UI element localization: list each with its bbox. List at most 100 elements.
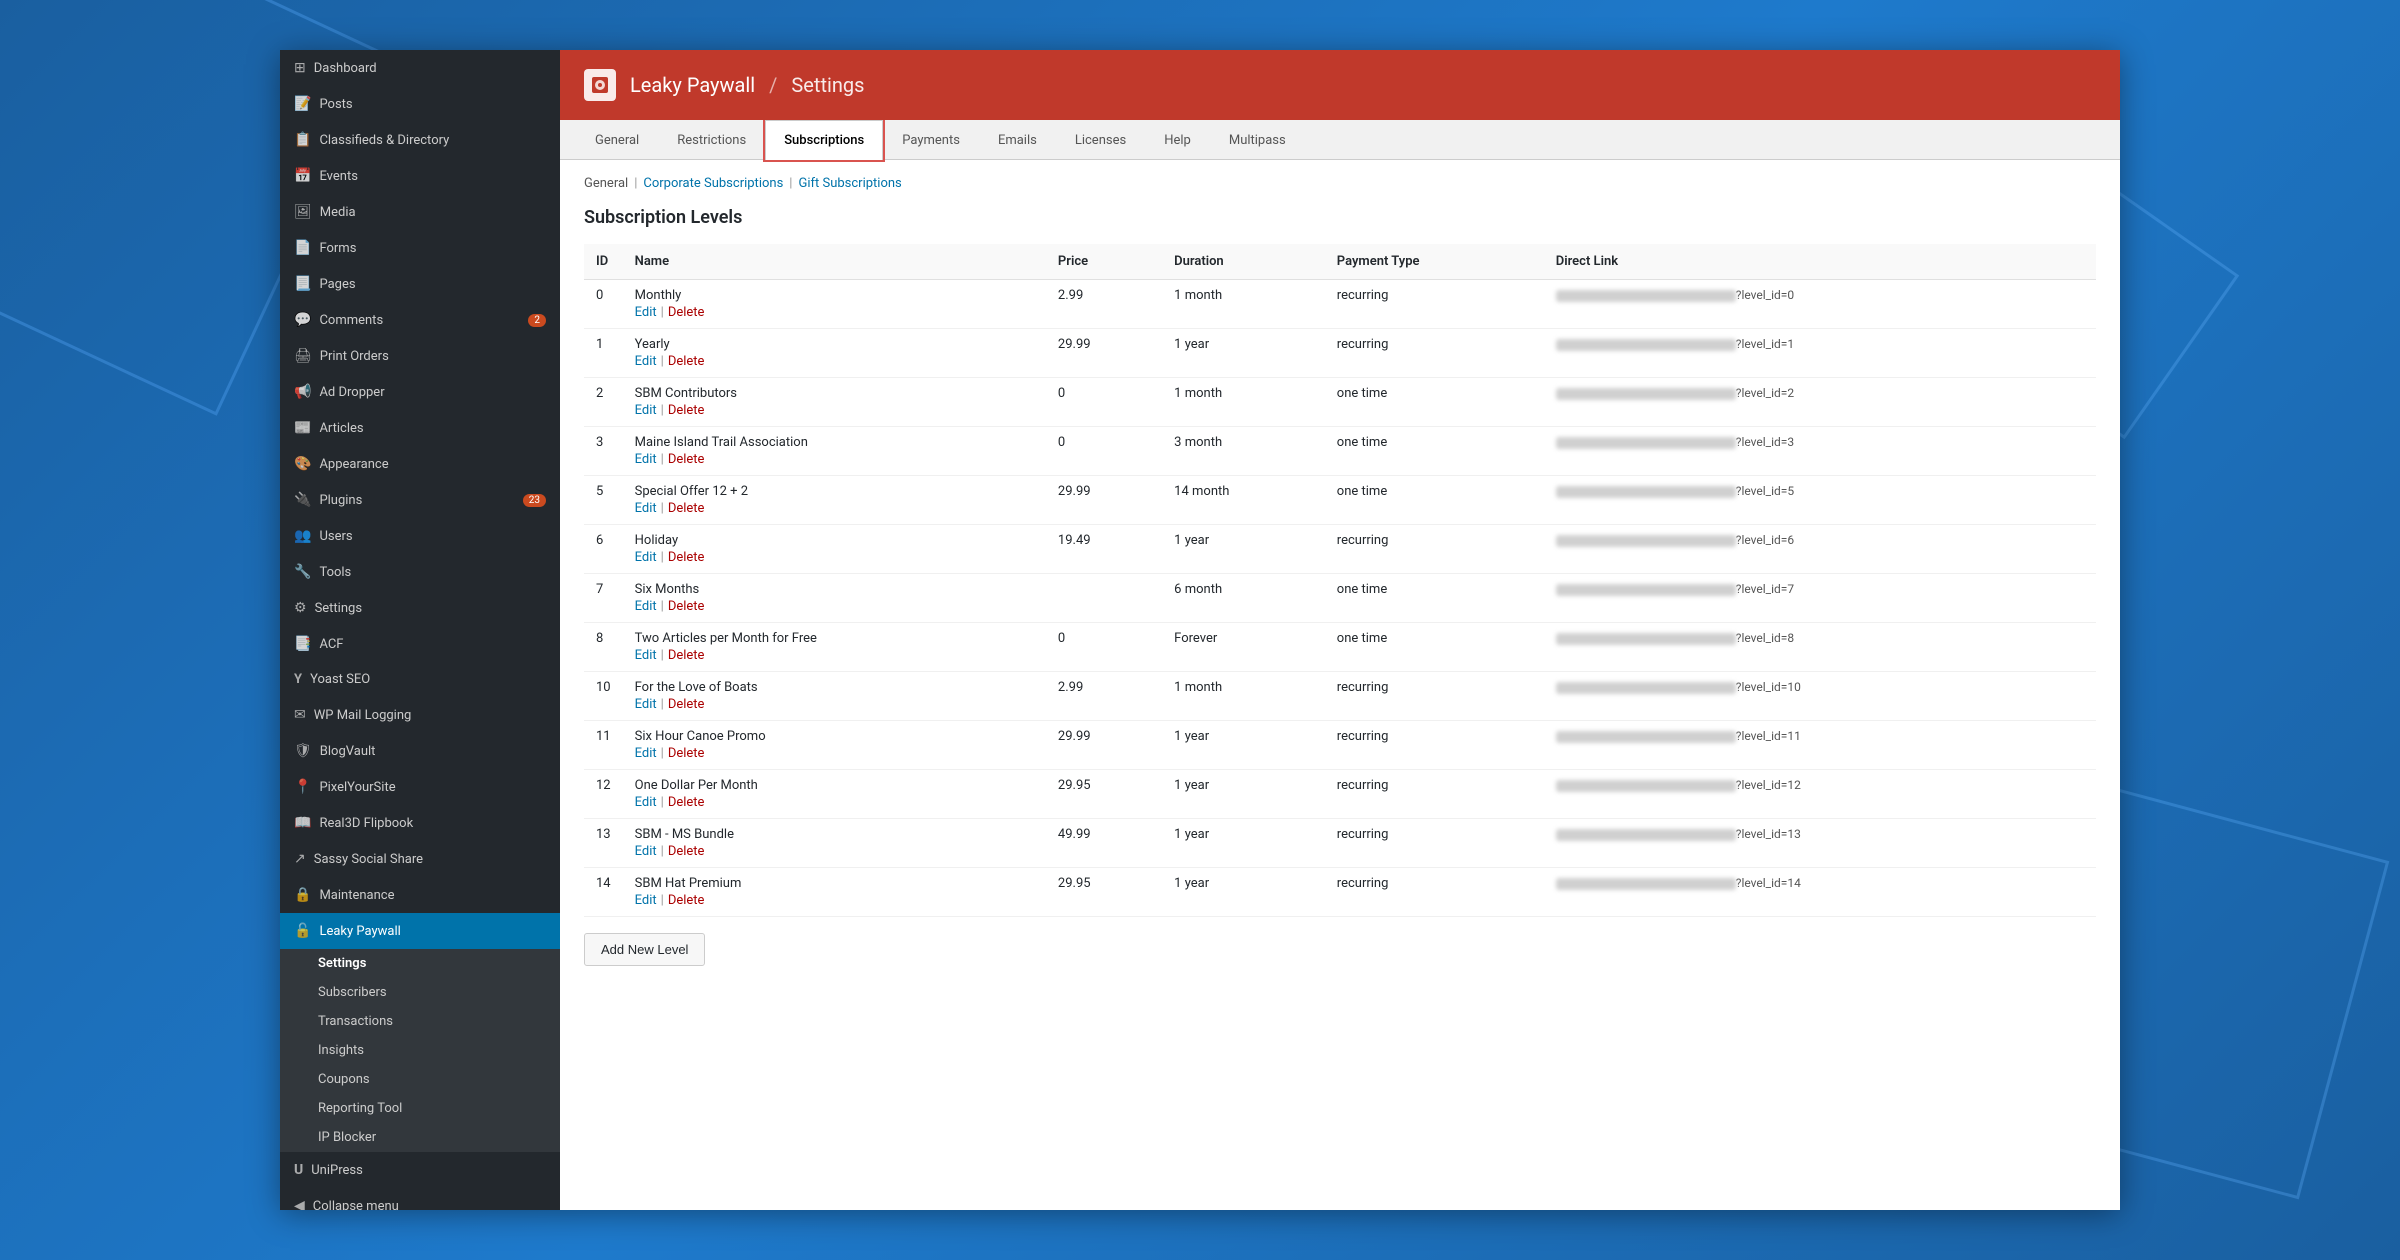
delete-link[interactable]: Delete [668, 452, 705, 467]
edit-link[interactable]: Edit [635, 697, 657, 712]
delete-link[interactable]: Delete [668, 844, 705, 859]
link-suffix: ?level_id=11 [1736, 729, 1801, 743]
sidebar-item-ad-dropper[interactable]: 📢 Ad Dropper [280, 374, 560, 410]
col-header-name: Name [623, 244, 1046, 280]
sidebar-item-tools[interactable]: 🔧 Tools [280, 554, 560, 590]
sidebar-subitem-transactions[interactable]: Transactions [280, 1007, 560, 1036]
row-name: Monthly [635, 288, 1034, 303]
sidebar-item-pages[interactable]: 📃 Pages [280, 266, 560, 302]
table-row: 5 Special Offer 12 + 2 Edit|Delete 29.99… [584, 476, 2096, 525]
tab-licenses[interactable]: Licenses [1056, 120, 1145, 160]
sidebar-item-classifieds[interactable]: 📋 Classifieds & Directory [280, 122, 560, 158]
tab-emails[interactable]: Emails [979, 120, 1056, 160]
delete-link[interactable]: Delete [668, 746, 705, 761]
sidebar-item-dashboard[interactable]: ⊞ Dashboard [280, 50, 560, 86]
sidebar-item-real3d[interactable]: 📖 Real3D Flipbook [280, 805, 560, 841]
sidebar-item-plugins[interactable]: 🔌 Plugins 23 [280, 482, 560, 518]
tab-payments[interactable]: Payments [883, 120, 979, 160]
sidebar-item-label: Articles [319, 421, 363, 436]
sidebar-subitem-subscribers[interactable]: Subscribers [280, 978, 560, 1007]
delete-link[interactable]: Delete [668, 501, 705, 516]
edit-link[interactable]: Edit [635, 648, 657, 663]
cell-id: 11 [584, 721, 623, 770]
col-header-duration: Duration [1162, 244, 1325, 280]
sidebar-item-acf[interactable]: 📑 ACF [280, 626, 560, 662]
add-new-level-button[interactable]: Add New Level [584, 933, 705, 966]
row-actions: Edit|Delete [635, 844, 1034, 859]
edit-link[interactable]: Edit [635, 305, 657, 320]
sidebar-item-yoast[interactable]: Y Yoast SEO [280, 662, 560, 697]
sidebar-item-settings[interactable]: ⚙ Settings [280, 590, 560, 626]
delete-link[interactable]: Delete [668, 795, 705, 810]
cell-id: 14 [584, 868, 623, 917]
link-blur [1556, 535, 1736, 547]
cell-duration: 3 month [1162, 427, 1325, 476]
sidebar-item-sassy-social[interactable]: ↗ Sassy Social Share [280, 841, 560, 877]
tab-general[interactable]: General [576, 120, 658, 160]
sidebar-item-unipress[interactable]: U UniPress [280, 1152, 560, 1188]
row-name: Special Offer 12 + 2 [635, 484, 1034, 499]
delete-link[interactable]: Delete [668, 893, 705, 908]
edit-link[interactable]: Edit [635, 599, 657, 614]
sidebar-item-events[interactable]: 📅 Events [280, 158, 560, 194]
tab-subscriptions[interactable]: Subscriptions [765, 120, 883, 160]
edit-link[interactable]: Edit [635, 795, 657, 810]
sidebar-subitem-insights[interactable]: Insights [280, 1036, 560, 1065]
tab-multipass[interactable]: Multipass [1210, 120, 1305, 160]
breadcrumb-corporate[interactable]: Corporate Subscriptions [643, 176, 783, 191]
sidebar-item-leaky-paywall[interactable]: 🔓 Leaky Paywall [280, 913, 560, 949]
tab-help[interactable]: Help [1145, 120, 1210, 160]
sidebar-subitem-coupons[interactable]: Coupons [280, 1065, 560, 1094]
sidebar-item-posts[interactable]: 📝 Posts [280, 86, 560, 122]
sidebar-item-articles[interactable]: 📰 Articles [280, 410, 560, 446]
cell-payment-type: recurring [1325, 525, 1544, 574]
link-blur [1556, 388, 1736, 400]
sidebar-item-label: Leaky Paywall [319, 924, 400, 939]
delete-link[interactable]: Delete [668, 599, 705, 614]
edit-link[interactable]: Edit [635, 550, 657, 565]
sidebar-item-media[interactable]: 🖼 Media [280, 194, 560, 230]
cell-name: Holiday Edit|Delete [623, 525, 1046, 574]
sidebar-item-appearance[interactable]: 🎨 Appearance [280, 446, 560, 482]
breadcrumb: General | Corporate Subscriptions | Gift… [584, 176, 2096, 191]
sidebar-item-comments[interactable]: 💬 Comments 2 [280, 302, 560, 338]
sidebar-item-label: ACF [319, 637, 343, 652]
delete-link[interactable]: Delete [668, 305, 705, 320]
app-icon [584, 69, 616, 101]
sidebar-subitem-ip-blocker[interactable]: IP Blocker [280, 1123, 560, 1152]
sidebar-item-collapse[interactable]: ◀ Collapse menu [280, 1188, 560, 1210]
sidebar-item-maintenance[interactable]: 🔒 Maintenance [280, 877, 560, 913]
sidebar-item-label: Dashboard [314, 61, 377, 76]
cell-direct-link: ?level_id=14 [1544, 868, 2096, 917]
edit-link[interactable]: Edit [635, 452, 657, 467]
sidebar-item-pixelyoursite[interactable]: 📍 PixelYourSite [280, 769, 560, 805]
breadcrumb-gift[interactable]: Gift Subscriptions [798, 176, 901, 191]
cell-name: Six Months Edit|Delete [623, 574, 1046, 623]
edit-link[interactable]: Edit [635, 403, 657, 418]
delete-link[interactable]: Delete [668, 354, 705, 369]
edit-link[interactable]: Edit [635, 844, 657, 859]
edit-link[interactable]: Edit [635, 354, 657, 369]
table-row: 7 Six Months Edit|Delete 6 month one tim… [584, 574, 2096, 623]
table-row: 1 Yearly Edit|Delete 29.99 1 year recurr… [584, 329, 2096, 378]
sidebar-subitem-reporting[interactable]: Reporting Tool [280, 1094, 560, 1123]
sidebar-item-users[interactable]: 👥 Users [280, 518, 560, 554]
sidebar-item-blogvault[interactable]: 🛡 BlogVault [280, 733, 560, 769]
edit-link[interactable]: Edit [635, 893, 657, 908]
delete-link[interactable]: Delete [668, 550, 705, 565]
sidebar-item-forms[interactable]: 📄 Forms [280, 230, 560, 266]
delete-link[interactable]: Delete [668, 697, 705, 712]
sidebar-item-print-orders[interactable]: 🖨 Print Orders [280, 338, 560, 374]
tab-restrictions[interactable]: Restrictions [658, 120, 765, 160]
cell-direct-link: ?level_id=7 [1544, 574, 2096, 623]
tools-icon: 🔧 [294, 564, 311, 580]
cell-price [1046, 574, 1162, 623]
plugins-icon: 🔌 [294, 492, 311, 508]
delete-link[interactable]: Delete [668, 403, 705, 418]
edit-link[interactable]: Edit [635, 501, 657, 516]
sidebar-item-wp-mail[interactable]: ✉ WP Mail Logging [280, 697, 560, 733]
sidebar-subitem-settings[interactable]: Settings [280, 949, 560, 978]
cell-price: 29.99 [1046, 329, 1162, 378]
edit-link[interactable]: Edit [635, 746, 657, 761]
delete-link[interactable]: Delete [668, 648, 705, 663]
